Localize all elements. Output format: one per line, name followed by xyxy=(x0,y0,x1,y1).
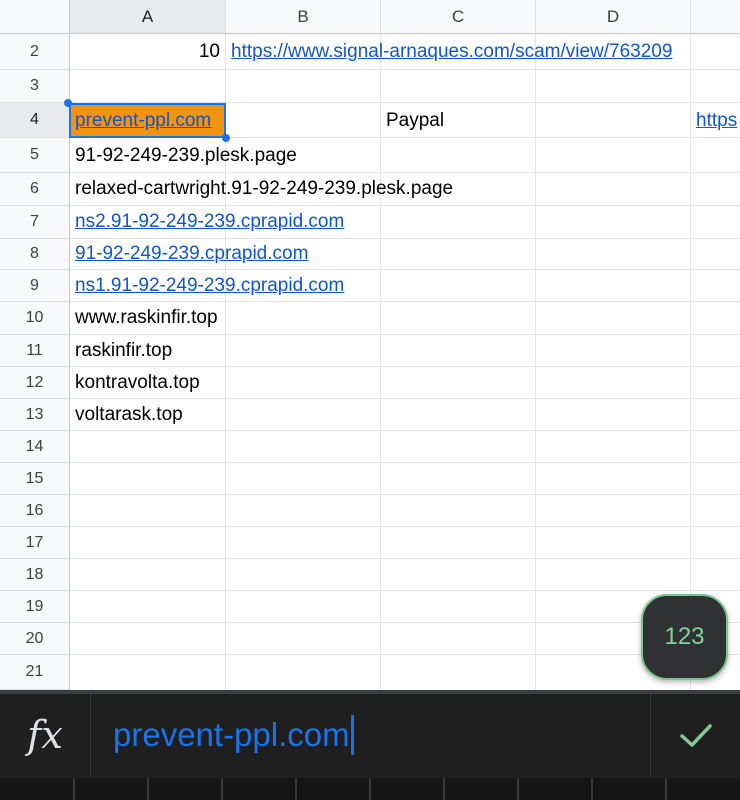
key-divider xyxy=(295,778,297,800)
gridline xyxy=(70,590,740,591)
cell-a13[interactable]: voltarask.top xyxy=(70,399,188,430)
cell-a10[interactable]: www.raskinfir.top xyxy=(70,302,223,334)
row-header-19[interactable]: 19 xyxy=(0,591,70,623)
gridline xyxy=(70,558,740,559)
row-header-4[interactable]: 4 xyxy=(0,103,70,138)
formula-input[interactable]: prevent-ppl.com xyxy=(91,694,649,776)
cell-a12[interactable]: kontravolta.top xyxy=(70,367,205,398)
fx-icon[interactable]: fx xyxy=(0,694,91,776)
gridline xyxy=(70,526,740,527)
column-header-a[interactable]: A xyxy=(70,0,226,34)
row-header-2[interactable]: 2 xyxy=(0,34,70,70)
row-header-18[interactable]: 18 xyxy=(0,559,70,591)
column-header-b[interactable]: B xyxy=(226,0,381,34)
text-caret xyxy=(350,715,354,755)
row-header-8[interactable]: 8 xyxy=(0,239,70,270)
formula-input-text: prevent-ppl.com xyxy=(113,716,350,753)
key-divider xyxy=(665,778,667,800)
cell-a4[interactable]: prevent-ppl.com xyxy=(70,104,216,137)
column-header-c[interactable]: C xyxy=(381,0,536,34)
cell-a5[interactable]: 91-92-249-239.plesk.page xyxy=(70,139,302,172)
cell-c4[interactable]: Paypal xyxy=(381,104,449,137)
cell-a6[interactable]: relaxed-cartwright.91-92-249-239.plesk.p… xyxy=(70,173,458,205)
row-header-12[interactable]: 12 xyxy=(0,367,70,399)
cell-a8[interactable]: 91-92-249-239.cprapid.com xyxy=(70,239,313,269)
cell-a2[interactable]: 10 xyxy=(70,35,225,69)
row-header-17[interactable]: 17 xyxy=(0,527,70,559)
keyboard-strip xyxy=(0,778,740,800)
key-divider xyxy=(591,778,593,800)
gridline xyxy=(70,462,740,463)
row-header-16[interactable]: 16 xyxy=(0,495,70,527)
fab-label: 123 xyxy=(664,623,705,650)
key-divider xyxy=(73,778,75,800)
key-divider xyxy=(443,778,445,800)
column-header-d[interactable]: D xyxy=(536,0,691,34)
gridline xyxy=(70,69,740,70)
key-divider xyxy=(221,778,223,800)
row-header-14[interactable]: 14 xyxy=(0,431,70,463)
select-all-corner[interactable] xyxy=(0,0,70,34)
row-header-13[interactable]: 13 xyxy=(0,399,70,431)
column-header-e[interactable] xyxy=(691,0,740,34)
cell-e4[interactable]: https xyxy=(691,104,740,137)
row-header-7[interactable]: 7 xyxy=(0,206,70,239)
cell-a7[interactable]: ns2.91-92-249-239.cprapid.com xyxy=(70,206,349,238)
gridline xyxy=(70,494,740,495)
row-header-21[interactable]: 21 xyxy=(0,655,70,690)
key-divider xyxy=(517,778,519,800)
cell-a11[interactable]: raskinfir.top xyxy=(70,335,177,366)
key-divider xyxy=(147,778,149,800)
row-header-3[interactable]: 3 xyxy=(0,70,70,103)
spreadsheet-grid: A B C D 2 3 4 5 6 7 8 9 10 11 12 13 14 1… xyxy=(0,0,740,690)
gridline xyxy=(70,430,740,431)
gridline xyxy=(535,34,536,690)
key-divider xyxy=(369,778,371,800)
checkmark-icon xyxy=(680,724,712,747)
formula-bar: fx prevent-ppl.com xyxy=(0,690,740,800)
cell-a9[interactable]: ns1.91-92-249-239.cprapid.com xyxy=(70,270,349,301)
cell-b2[interactable]: https://www.signal-arnaques.com/scam/vie… xyxy=(226,35,677,69)
row-header-10[interactable]: 10 xyxy=(0,302,70,335)
row-header-9[interactable]: 9 xyxy=(0,270,70,302)
gridline xyxy=(70,654,740,655)
row-header-11[interactable]: 11 xyxy=(0,335,70,367)
confirm-button[interactable] xyxy=(650,694,740,776)
row-header-20[interactable]: 20 xyxy=(0,623,70,655)
numeric-keyboard-button[interactable]: 123 xyxy=(641,594,728,680)
row-header-6[interactable]: 6 xyxy=(0,173,70,206)
row-header-15[interactable]: 15 xyxy=(0,463,70,495)
row-header-5[interactable]: 5 xyxy=(0,138,70,173)
gridline xyxy=(70,622,740,623)
